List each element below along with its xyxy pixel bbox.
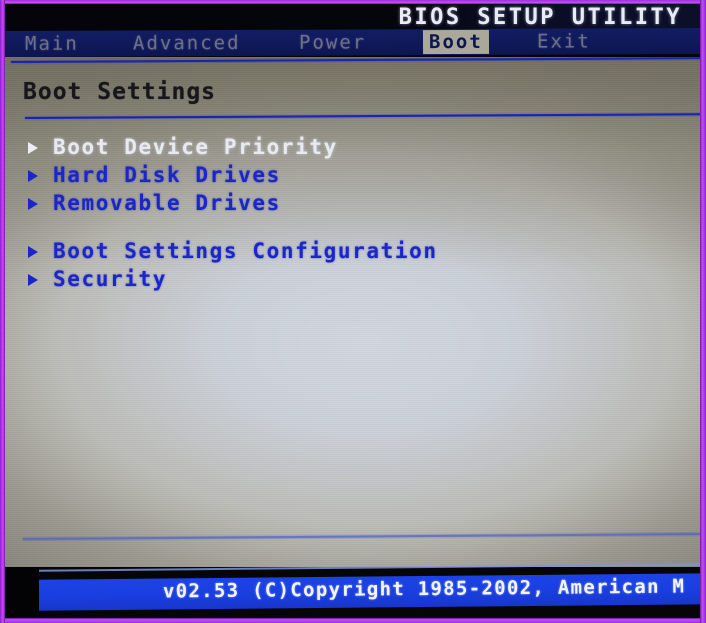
page-title: BIOS SETUP UTILITY (398, 5, 682, 30)
left-gutter (5, 567, 39, 618)
top-divider (10, 57, 700, 63)
copyright-text: v02.53 (C)Copyright 1985-2002, American … (162, 575, 686, 603)
tab-boot[interactable]: Boot (422, 29, 489, 55)
header-divider (24, 113, 700, 119)
right-triangle-icon (28, 246, 38, 258)
menu-item-label: Security (53, 267, 167, 291)
boot-settings-menu-list: Boot Device Priority Hard Disk Drives Re… (23, 133, 623, 293)
menu-bar: Main Advanced Power Boot Exit (5, 27, 700, 57)
content-panel: Boot Settings Boot Device Priority Hard … (5, 57, 700, 567)
bezel-bottom-edge (0, 618, 706, 623)
right-triangle-icon (28, 170, 38, 182)
menu-item-removable-drives[interactable]: Removable Drives (23, 189, 623, 217)
bottom-divider (22, 533, 700, 540)
title-strip: BIOS SETUP UTILITY (5, 4, 700, 31)
crt-display-area: BIOS SETUP UTILITY Main Advanced Power B… (5, 4, 700, 618)
menu-item-security[interactable]: Security (23, 265, 623, 293)
tab-power[interactable]: Power (297, 30, 368, 54)
bezel-right-edge (700, 0, 706, 623)
menu-item-boot-settings-configuration[interactable]: Boot Settings Configuration (23, 237, 623, 265)
menu-item-label: Removable Drives (53, 191, 281, 215)
bios-setup-screen-photo: BIOS SETUP UTILITY Main Advanced Power B… (0, 0, 706, 623)
tab-main[interactable]: Main (23, 32, 81, 56)
right-triangle-icon (28, 274, 38, 286)
menu-item-boot-device-priority[interactable]: Boot Device Priority (23, 133, 623, 161)
menu-item-hard-disk-drives[interactable]: Hard Disk Drives (23, 161, 623, 189)
tab-exit[interactable]: Exit (535, 29, 593, 53)
right-triangle-icon (28, 142, 38, 154)
footer-bar: v02.53 (C)Copyright 1985-2002, American … (7, 573, 700, 611)
menu-item-label: Hard Disk Drives (53, 163, 281, 187)
right-triangle-icon (28, 198, 38, 210)
menu-item-label: Boot Settings Configuration (53, 239, 438, 263)
menu-item-label: Boot Device Priority (53, 135, 338, 159)
tab-advanced[interactable]: Advanced (131, 31, 243, 55)
section-title: Boot Settings (23, 79, 217, 105)
